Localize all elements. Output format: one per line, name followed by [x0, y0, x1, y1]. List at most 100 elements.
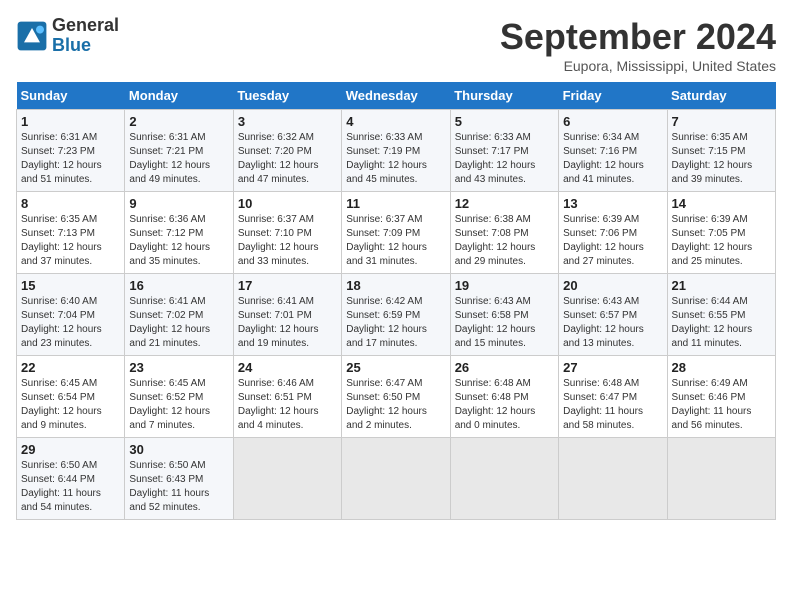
day-number: 22 — [21, 360, 120, 375]
logo-icon — [16, 20, 48, 52]
day-number: 9 — [129, 196, 228, 211]
col-monday: Monday — [125, 82, 233, 110]
calendar-table: Sunday Monday Tuesday Wednesday Thursday… — [16, 82, 776, 520]
day-number: 1 — [21, 114, 120, 129]
day-number: 24 — [238, 360, 337, 375]
day-info: Sunrise: 6:50 AMSunset: 6:43 PMDaylight:… — [129, 459, 228, 515]
calendar-cell: 3Sunrise: 6:32 AMSunset: 7:20 PMDaylight… — [233, 110, 341, 192]
day-number: 15 — [21, 278, 120, 293]
day-info: Sunrise: 6:31 AMSunset: 7:23 PMDaylight:… — [21, 131, 120, 187]
day-info: Sunrise: 6:48 AMSunset: 6:47 PMDaylight:… — [563, 377, 662, 433]
day-number: 12 — [455, 196, 554, 211]
calendar-week-1: 1 Sunrise: 6:31 AMSunset: 7:23 PMDaylight… — [17, 110, 776, 192]
calendar-cell: 11 Sunrise: 6:37 AMSunset: 7:09 PMDayligh… — [342, 192, 450, 274]
logo: General Blue — [16, 16, 119, 56]
calendar-cell: 27 Sunrise: 6:48 AMSunset: 6:47 PMDayligh… — [559, 356, 667, 438]
calendar-cell: 7 Sunrise: 6:35 AMSunset: 7:15 PMDaylight… — [667, 110, 775, 192]
calendar-cell: 17Sunrise: 6:41 AMSunset: 7:01 PMDayligh… — [233, 274, 341, 356]
col-thursday: Thursday — [450, 82, 558, 110]
col-tuesday: Tuesday — [233, 82, 341, 110]
calendar-cell: 2Sunrise: 6:31 AMSunset: 7:21 PMDaylight… — [125, 110, 233, 192]
day-number: 14 — [672, 196, 771, 211]
day-info: Sunrise: 6:49 AMSunset: 6:46 PMDaylight:… — [672, 377, 771, 433]
logo-line2: Blue — [52, 36, 119, 56]
calendar-cell: 14 Sunrise: 6:39 AMSunset: 7:05 PMDayligh… — [667, 192, 775, 274]
day-number: 7 — [672, 114, 771, 129]
calendar-title: September 2024 — [500, 16, 776, 58]
day-info: Sunrise: 6:35 AMSunset: 7:15 PMDaylight:… — [672, 131, 771, 187]
calendar-cell: 26Sunrise: 6:48 AMSunset: 6:48 PMDayligh… — [450, 356, 558, 438]
day-info: Sunrise: 6:45 AMSunset: 6:54 PMDaylight:… — [21, 377, 120, 433]
day-info: Sunrise: 6:43 AMSunset: 6:57 PMDaylight:… — [563, 295, 662, 351]
day-number: 25 — [346, 360, 445, 375]
calendar-cell: 21 Sunrise: 6:44 AMSunset: 6:55 PMDayligh… — [667, 274, 775, 356]
calendar-cell: 18 Sunrise: 6:42 AMSunset: 6:59 PMDayligh… — [342, 274, 450, 356]
day-info: Sunrise: 6:34 AMSunset: 7:16 PMDaylight:… — [563, 131, 662, 187]
day-number: 18 — [346, 278, 445, 293]
col-friday: Friday — [559, 82, 667, 110]
day-number: 21 — [672, 278, 771, 293]
day-number: 6 — [563, 114, 662, 129]
day-info: Sunrise: 6:36 AMSunset: 7:12 PMDaylight:… — [129, 213, 228, 269]
day-info: Sunrise: 6:32 AMSunset: 7:20 PMDaylight:… — [238, 131, 337, 187]
calendar-cell — [233, 438, 341, 520]
day-info: Sunrise: 6:39 AMSunset: 7:05 PMDaylight:… — [672, 213, 771, 269]
day-info: Sunrise: 6:35 AMSunset: 7:13 PMDaylight:… — [21, 213, 120, 269]
logo-line1: General — [52, 16, 119, 36]
calendar-cell: 22 Sunrise: 6:45 AMSunset: 6:54 PMDayligh… — [17, 356, 125, 438]
col-wednesday: Wednesday — [342, 82, 450, 110]
col-sunday: Sunday — [17, 82, 125, 110]
calendar-cell — [667, 438, 775, 520]
calendar-cell: 9 Sunrise: 6:36 AMSunset: 7:12 PMDaylight… — [125, 192, 233, 274]
day-info: Sunrise: 6:33 AMSunset: 7:19 PMDaylight:… — [346, 131, 445, 187]
calendar-cell: 15 Sunrise: 6:40 AMSunset: 7:04 PMDayligh… — [17, 274, 125, 356]
calendar-cell: 16Sunrise: 6:41 AMSunset: 7:02 PMDayligh… — [125, 274, 233, 356]
calendar-cell: 8 Sunrise: 6:35 AMSunset: 7:13 PMDaylight… — [17, 192, 125, 274]
day-info: Sunrise: 6:40 AMSunset: 7:04 PMDaylight:… — [21, 295, 120, 351]
calendar-cell: 20 Sunrise: 6:43 AMSunset: 6:57 PMDayligh… — [559, 274, 667, 356]
day-info: Sunrise: 6:44 AMSunset: 6:55 PMDaylight:… — [672, 295, 771, 351]
day-info: Sunrise: 6:47 AMSunset: 6:50 PMDaylight:… — [346, 377, 445, 433]
day-number: 28 — [672, 360, 771, 375]
calendar-cell: 25 Sunrise: 6:47 AMSunset: 6:50 PMDayligh… — [342, 356, 450, 438]
calendar-cell: 24 Sunrise: 6:46 AMSunset: 6:51 PMDayligh… — [233, 356, 341, 438]
day-number: 30 — [129, 442, 228, 457]
calendar-cell: 29Sunrise: 6:50 AMSunset: 6:44 PMDayligh… — [17, 438, 125, 520]
day-number: 4 — [346, 114, 445, 129]
day-number: 27 — [563, 360, 662, 375]
day-info: Sunrise: 6:37 AMSunset: 7:09 PMDaylight:… — [346, 213, 445, 269]
calendar-cell: 13Sunrise: 6:39 AMSunset: 7:06 PMDayligh… — [559, 192, 667, 274]
title-block: September 2024 Eupora, Mississippi, Unit… — [500, 16, 776, 74]
day-number: 10 — [238, 196, 337, 211]
day-info: Sunrise: 6:41 AMSunset: 7:01 PMDaylight:… — [238, 295, 337, 351]
calendar-cell: 19Sunrise: 6:43 AMSunset: 6:58 PMDayligh… — [450, 274, 558, 356]
calendar-subtitle: Eupora, Mississippi, United States — [500, 58, 776, 74]
day-info: Sunrise: 6:37 AMSunset: 7:10 PMDaylight:… — [238, 213, 337, 269]
calendar-week-4: 22 Sunrise: 6:45 AMSunset: 6:54 PMDayligh… — [17, 356, 776, 438]
day-number: 23 — [129, 360, 228, 375]
page-header: General Blue September 2024 Eupora, Miss… — [16, 16, 776, 74]
header-row: Sunday Monday Tuesday Wednesday Thursday… — [17, 82, 776, 110]
day-info: Sunrise: 6:45 AMSunset: 6:52 PMDaylight:… — [129, 377, 228, 433]
calendar-cell: 28 Sunrise: 6:49 AMSunset: 6:46 PMDayligh… — [667, 356, 775, 438]
calendar-cell: 1 Sunrise: 6:31 AMSunset: 7:23 PMDaylight… — [17, 110, 125, 192]
day-number: 20 — [563, 278, 662, 293]
day-info: Sunrise: 6:33 AMSunset: 7:17 PMDaylight:… — [455, 131, 554, 187]
day-info: Sunrise: 6:42 AMSunset: 6:59 PMDaylight:… — [346, 295, 445, 351]
day-number: 5 — [455, 114, 554, 129]
day-info: Sunrise: 6:48 AMSunset: 6:48 PMDaylight:… — [455, 377, 554, 433]
day-info: Sunrise: 6:46 AMSunset: 6:51 PMDaylight:… — [238, 377, 337, 433]
day-number: 11 — [346, 196, 445, 211]
col-saturday: Saturday — [667, 82, 775, 110]
day-number: 29 — [21, 442, 120, 457]
day-info: Sunrise: 6:43 AMSunset: 6:58 PMDaylight:… — [455, 295, 554, 351]
day-number: 13 — [563, 196, 662, 211]
calendar-week-2: 8 Sunrise: 6:35 AMSunset: 7:13 PMDaylight… — [17, 192, 776, 274]
day-info: Sunrise: 6:38 AMSunset: 7:08 PMDaylight:… — [455, 213, 554, 269]
calendar-cell: 4 Sunrise: 6:33 AMSunset: 7:19 PMDaylight… — [342, 110, 450, 192]
day-info: Sunrise: 6:41 AMSunset: 7:02 PMDaylight:… — [129, 295, 228, 351]
calendar-cell: 6 Sunrise: 6:34 AMSunset: 7:16 PMDaylight… — [559, 110, 667, 192]
day-number: 8 — [21, 196, 120, 211]
calendar-cell — [342, 438, 450, 520]
calendar-cell: 12 Sunrise: 6:38 AMSunset: 7:08 PMDayligh… — [450, 192, 558, 274]
